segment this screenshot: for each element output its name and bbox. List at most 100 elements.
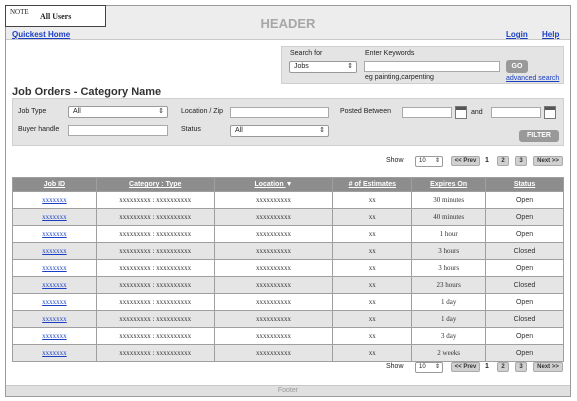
col-header-location[interactable]: Location ▼: [213, 177, 334, 192]
col-header-estimates[interactable]: # of Estimates: [332, 177, 413, 192]
status-cell: Open: [485, 259, 564, 277]
note-label: NOTE: [10, 8, 29, 16]
search-for-select[interactable]: Jobs ⇕: [289, 61, 357, 73]
help-link[interactable]: Help: [542, 30, 559, 39]
home-link[interactable]: Quickest Home: [12, 30, 70, 39]
keywords-hint: eg painting,carpenting: [365, 74, 434, 81]
location-cell: xxxxxxxxxx: [213, 208, 334, 226]
login-link[interactable]: Login: [506, 30, 528, 39]
page-2-button[interactable]: 2: [497, 362, 509, 372]
location-input[interactable]: [230, 107, 329, 118]
col-header-status[interactable]: Status: [485, 177, 564, 192]
go-button[interactable]: GO: [506, 60, 528, 73]
status-cell: Open: [485, 293, 564, 311]
col-header-category[interactable]: Category : Type: [95, 177, 215, 192]
page-size-value: 10: [419, 364, 426, 370]
page-frame: HEADER NOTE All Users Quickest Home Logi…: [5, 5, 571, 397]
expires-cell: 2 weeks: [411, 344, 487, 362]
status-cell: Closed: [485, 310, 564, 328]
posted-to-input[interactable]: [491, 107, 541, 118]
expires-cell: 40 minutes: [411, 208, 487, 226]
expires-cell: 1 hour: [411, 225, 487, 243]
header: HEADER NOTE All Users Quickest Home Logi…: [5, 5, 570, 40]
expires-cell: 3 hours: [411, 259, 487, 277]
status-cell: Closed: [485, 276, 564, 294]
table-row: xxxxxxx xxxxxxxxx : xxxxxxxxxx xxxxxxxxxx x…: [12, 276, 564, 294]
page-title: Job Orders - Category Name: [12, 86, 162, 98]
next-button[interactable]: Next >>: [533, 156, 563, 166]
select-arrows-icon: ⇕: [434, 364, 440, 370]
job-id-link[interactable]: xxxxxxx: [12, 310, 97, 328]
next-button[interactable]: Next >>: [533, 362, 563, 372]
job-type-label: Job Type: [18, 108, 47, 115]
page-3-button[interactable]: 3: [515, 362, 527, 372]
status-value: All: [235, 127, 243, 134]
category-cell: xxxxxxxxx : xxxxxxxxxx: [95, 242, 215, 260]
category-cell: xxxxxxxxx : xxxxxxxxxx: [95, 344, 215, 362]
estimates-cell: xx: [332, 242, 413, 260]
job-orders-table: Job ID Category : Type Location ▼ # of E…: [12, 177, 564, 362]
col-header-job-id[interactable]: Job ID: [12, 177, 97, 192]
note-text: All Users: [40, 12, 72, 21]
job-id-link[interactable]: xxxxxxx: [12, 242, 97, 260]
job-id-link[interactable]: xxxxxxx: [12, 208, 97, 226]
status-cell: Open: [485, 327, 564, 345]
location-cell: xxxxxxxxxx: [213, 191, 334, 209]
location-cell: xxxxxxxxxx: [213, 327, 334, 345]
calendar-icon[interactable]: [544, 106, 556, 119]
job-id-link[interactable]: xxxxxxx: [12, 327, 97, 345]
calendar-icon[interactable]: [455, 106, 467, 119]
expires-cell: 1 day: [411, 310, 487, 328]
estimates-cell: xx: [332, 310, 413, 328]
job-id-link[interactable]: xxxxxxx: [12, 191, 97, 209]
filter-panel: Job Type All ⇕ Location / Zip Posted Bet…: [12, 98, 564, 146]
location-cell: xxxxxxxxxx: [213, 276, 334, 294]
prev-button[interactable]: << Prev: [451, 362, 480, 372]
page-3-button[interactable]: 3: [515, 156, 527, 166]
category-cell: xxxxxxxxx : xxxxxxxxxx: [95, 276, 215, 294]
page-size-select[interactable]: 10 ⇕: [415, 362, 443, 373]
buyer-handle-input[interactable]: [68, 125, 168, 136]
location-cell: xxxxxxxxxx: [213, 310, 334, 328]
posted-from-input[interactable]: [402, 107, 452, 118]
expires-cell: 3 day: [411, 327, 487, 345]
col-header-expires[interactable]: Expires On: [411, 177, 487, 192]
job-id-link[interactable]: xxxxxxx: [12, 225, 97, 243]
estimates-cell: xx: [332, 327, 413, 345]
table-row: xxxxxxx xxxxxxxxx : xxxxxxxxxx xxxxxxxxxx x…: [12, 208, 564, 226]
advanced-search-link[interactable]: advanced search: [506, 75, 559, 82]
prev-button[interactable]: << Prev: [451, 156, 480, 166]
keywords-input[interactable]: [364, 61, 500, 72]
category-cell: xxxxxxxxx : xxxxxxxxxx: [95, 293, 215, 311]
status-select[interactable]: All ⇕: [230, 125, 329, 137]
job-type-value: All: [73, 108, 81, 115]
category-cell: xxxxxxxxx : xxxxxxxxxx: [95, 259, 215, 277]
estimates-cell: xx: [332, 293, 413, 311]
status-cell: Open: [485, 208, 564, 226]
job-id-link[interactable]: xxxxxxx: [12, 276, 97, 294]
job-id-link[interactable]: xxxxxxx: [12, 293, 97, 311]
job-type-select[interactable]: All ⇕: [68, 106, 168, 118]
search-for-value: Jobs: [294, 63, 309, 70]
table-header-row: Job ID Category : Type Location ▼ # of E…: [12, 177, 564, 192]
category-cell: xxxxxxxxx : xxxxxxxxxx: [95, 310, 215, 328]
posted-between-label: Posted Between: [340, 108, 391, 115]
status-cell: Open: [485, 225, 564, 243]
page-2-button[interactable]: 2: [497, 156, 509, 166]
sort-desc-icon: ▼: [285, 181, 293, 188]
search-panel: Search for Jobs ⇕ Enter Keywords eg pain…: [281, 46, 564, 84]
location-label: Location / Zip: [181, 108, 224, 115]
current-page: 1: [485, 157, 489, 164]
expires-cell: 3 hours: [411, 242, 487, 260]
buyer-handle-label: Buyer handle: [18, 126, 60, 133]
page-size-value: 10: [419, 158, 426, 164]
category-cell: xxxxxxxxx : xxxxxxxxxx: [95, 225, 215, 243]
job-id-link[interactable]: xxxxxxx: [12, 344, 97, 362]
table-row: xxxxxxx xxxxxxxxx : xxxxxxxxxx xxxxxxxxxx x…: [12, 310, 564, 328]
status-cell: Open: [485, 191, 564, 209]
page-size-select[interactable]: 10 ⇕: [415, 156, 443, 167]
filter-button[interactable]: FILTER: [519, 130, 559, 142]
table-row: xxxxxxx xxxxxxxxx : xxxxxxxxxx xxxxxxxxxx x…: [12, 293, 564, 311]
location-cell: xxxxxxxxxx: [213, 344, 334, 362]
job-id-link[interactable]: xxxxxxx: [12, 259, 97, 277]
